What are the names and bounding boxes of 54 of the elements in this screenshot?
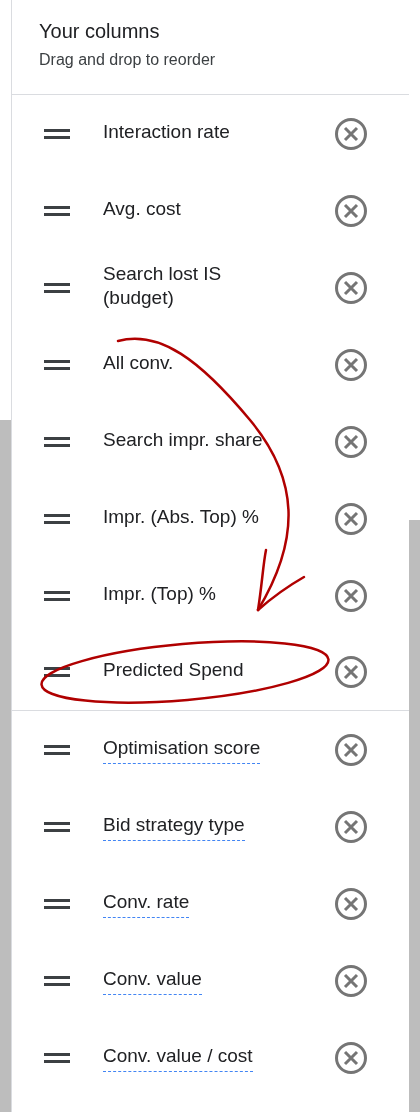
drag-handle-icon[interactable] (44, 1051, 70, 1064)
column-label: All conv. (103, 350, 174, 375)
drag-handle-icon[interactable] (44, 897, 70, 910)
column-row[interactable]: Search impr. share (12, 403, 409, 480)
column-row[interactable]: Optimisation score (12, 711, 409, 788)
column-label: Impr. (Top) % (103, 581, 216, 606)
column-label: Conv. value / cost (103, 1043, 253, 1072)
drag-handle-icon[interactable] (44, 435, 70, 448)
remove-icon[interactable] (334, 1040, 368, 1075)
column-label: Optimisation score (103, 735, 261, 764)
drag-handle-icon[interactable] (44, 358, 70, 371)
column-row[interactable]: All conv. (12, 326, 409, 403)
column-row[interactable]: Conv. value / cost (12, 1019, 409, 1096)
drag-handle-icon[interactable] (44, 743, 70, 756)
drag-handle-icon[interactable] (44, 512, 70, 525)
remove-icon[interactable] (334, 347, 368, 382)
remove-icon[interactable] (334, 424, 368, 459)
panel-title: Your columns (39, 20, 161, 43)
column-row[interactable]: Avg. cost (12, 172, 409, 249)
column-row[interactable]: Interaction rate (12, 95, 409, 172)
drag-handle-icon[interactable] (44, 974, 70, 987)
column-label: Conv. rate (103, 889, 190, 918)
column-label: Search lost IS (budget) (103, 261, 223, 310)
remove-icon[interactable] (334, 886, 368, 921)
remove-icon[interactable] (334, 809, 368, 844)
remove-icon[interactable] (334, 270, 368, 305)
column-row[interactable]: Impr. (Top) % (12, 557, 409, 634)
remove-icon[interactable] (334, 193, 368, 228)
column-row[interactable]: Impr. (Abs. Top) % (12, 480, 409, 557)
column-label: Impr. (Abs. Top) % (103, 504, 259, 529)
remove-icon[interactable] (334, 732, 368, 767)
column-label: Interaction rate (103, 119, 230, 144)
drag-handle-icon[interactable] (44, 281, 70, 294)
column-row[interactable]: Conv. rate (12, 865, 409, 942)
column-row[interactable]: Search lost IS (budget) (12, 249, 409, 326)
column-label: Bid strategy type (103, 812, 245, 841)
drag-handle-icon[interactable] (44, 589, 70, 602)
remove-icon[interactable] (334, 963, 368, 998)
column-label: Search impr. share (103, 427, 263, 452)
drag-handle-icon[interactable] (44, 127, 70, 140)
column-row[interactable]: Bid strategy type (12, 788, 409, 865)
column-label: Conv. value (103, 966, 202, 995)
remove-icon[interactable] (334, 501, 368, 536)
column-label: Predicted Spend (103, 658, 244, 682)
column-row[interactable]: Conv. value (12, 942, 409, 1019)
drag-handle-icon[interactable] (44, 666, 70, 678)
remove-icon[interactable] (334, 116, 368, 151)
drag-handle-icon[interactable] (44, 820, 70, 833)
column-label: Avg. cost (103, 196, 181, 221)
remove-icon[interactable] (334, 655, 368, 689)
panel-subtitle: Drag and drop to reorder (39, 51, 217, 69)
drag-handle-icon[interactable] (44, 204, 70, 217)
column-row[interactable]: Predicted Spend (12, 634, 409, 711)
remove-icon[interactable] (334, 578, 368, 613)
